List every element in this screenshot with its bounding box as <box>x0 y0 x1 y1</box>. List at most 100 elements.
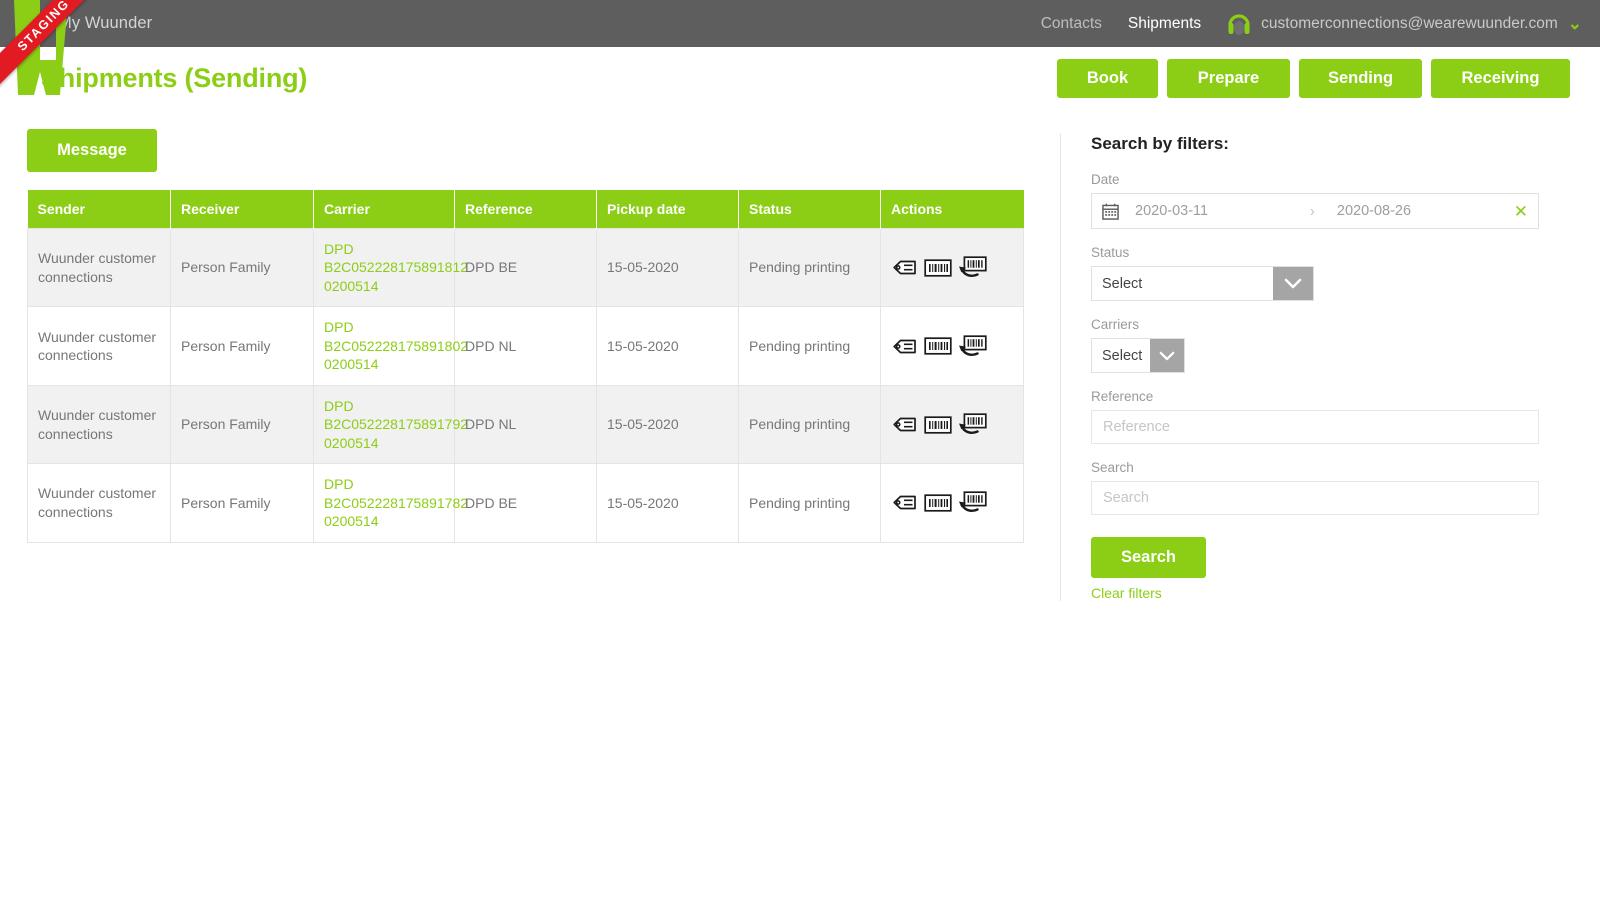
user-email-label: customerconnections@wearewuunder.com <box>1261 15 1558 33</box>
book-button[interactable]: Book <box>1057 59 1158 98</box>
status-select[interactable]: Select <box>1091 266 1314 301</box>
receiving-button[interactable]: Receiving <box>1431 59 1570 98</box>
cell-status: Pending printing <box>739 229 881 307</box>
barcode-icon[interactable] <box>924 415 952 435</box>
chevron-down-icon[interactable] <box>1273 267 1313 300</box>
search-button[interactable]: Search <box>1091 537 1206 578</box>
nav-link-contacts[interactable]: Contacts <box>1041 15 1102 33</box>
clear-filters-link[interactable]: Clear filters <box>1091 585 1560 601</box>
cell-reference: DPD BE <box>455 464 597 542</box>
cell-receiver: Person Family <box>171 307 314 385</box>
column-header-sender[interactable]: Sender <box>28 190 171 229</box>
carrier-tracking-link[interactable]: DPD B2C052228175891782 0200514 <box>324 475 444 530</box>
status-select-value: Select <box>1092 267 1273 300</box>
cell-pickup-date: 15-05-2020 <box>597 229 739 307</box>
row-action-icons <box>891 335 1013 358</box>
date-label: Date <box>1091 172 1560 187</box>
column-header-pickup-date[interactable]: Pickup date <box>597 190 739 229</box>
page-content: Message Sender Receiver Carrier Referenc… <box>0 109 1600 601</box>
cell-pickup-date: 15-05-2020 <box>597 464 739 542</box>
page-title: Shipments (Sending) <box>41 63 307 94</box>
table-body: Wuunder customer connections Person Fami… <box>28 229 1024 543</box>
table-row[interactable]: Wuunder customer connections Person Fami… <box>28 464 1024 542</box>
cell-actions <box>881 385 1024 463</box>
barcode-return-icon[interactable] <box>958 491 987 514</box>
date-range-picker[interactable]: 2020-03-11 › 2020-08-26 ✕ <box>1091 193 1539 229</box>
headset-avatar-icon <box>1227 12 1251 36</box>
carrier-tracking-link[interactable]: DPD B2C052228175891812 0200514 <box>324 240 444 295</box>
reference-filter-group: Reference <box>1091 389 1560 444</box>
row-action-icons <box>891 491 1013 514</box>
table-header-row: Sender Receiver Carrier Reference Pickup… <box>28 190 1024 229</box>
wuunder-logo-icon[interactable] <box>10 0 68 95</box>
label-icon[interactable] <box>891 492 918 513</box>
label-icon[interactable] <box>891 414 918 435</box>
date-from-input[interactable]: 2020-03-11 <box>1119 203 1304 219</box>
cell-actions <box>881 464 1024 542</box>
label-icon[interactable] <box>891 257 918 278</box>
date-range-separator-icon: › <box>1304 203 1321 220</box>
column-header-status[interactable]: Status <box>739 190 881 229</box>
table-row[interactable]: Wuunder customer connections Person Fami… <box>28 385 1024 463</box>
barcode-icon[interactable] <box>924 258 952 278</box>
brand-title: My Wuunder <box>58 14 152 33</box>
barcode-return-icon[interactable] <box>958 335 987 358</box>
barcode-return-icon[interactable] <box>958 413 987 436</box>
table-row[interactable]: Wuunder customer connections Person Fami… <box>28 229 1024 307</box>
date-to-input[interactable]: 2020-08-26 <box>1321 203 1506 219</box>
cell-reference: DPD NL <box>455 385 597 463</box>
cell-actions <box>881 307 1024 385</box>
cell-status: Pending printing <box>739 464 881 542</box>
search-label: Search <box>1091 460 1560 475</box>
status-filter-group: Status Select <box>1091 245 1560 301</box>
date-filter-group: Date 2020-03-11 › 2020-08-26 <box>1091 172 1560 229</box>
carriers-select[interactable]: Select <box>1091 338 1185 373</box>
carriers-select-value: Select <box>1092 339 1150 372</box>
cell-pickup-date: 15-05-2020 <box>597 385 739 463</box>
cell-receiver: Person Family <box>171 229 314 307</box>
calendar-icon[interactable] <box>1102 203 1119 220</box>
page-action-buttons: Book Prepare Sending Receiving <box>1057 59 1570 98</box>
cell-sender: Wuunder customer connections <box>28 464 171 542</box>
page-header: Shipments (Sending) Book Prepare Sending… <box>0 47 1600 109</box>
chevron-down-icon[interactable]: ⌄ <box>1568 15 1582 32</box>
column-header-reference[interactable]: Reference <box>455 190 597 229</box>
cell-pickup-date: 15-05-2020 <box>597 307 739 385</box>
cell-sender: Wuunder customer connections <box>28 385 171 463</box>
carrier-tracking-link[interactable]: DPD B2C052228175891792 0200514 <box>324 397 444 452</box>
top-navigation-bar: My Wuunder Contacts Shipments customerco… <box>0 0 1600 47</box>
status-label: Status <box>1091 245 1560 260</box>
cell-status: Pending printing <box>739 307 881 385</box>
chevron-down-icon[interactable] <box>1150 339 1184 372</box>
carrier-tracking-link[interactable]: DPD B2C052228175891802 0200514 <box>324 318 444 373</box>
barcode-icon[interactable] <box>924 493 952 513</box>
reference-input[interactable] <box>1091 410 1539 444</box>
cell-status: Pending printing <box>739 385 881 463</box>
barcode-return-icon[interactable] <box>958 256 987 279</box>
cell-receiver: Person Family <box>171 464 314 542</box>
column-header-receiver[interactable]: Receiver <box>171 190 314 229</box>
search-input[interactable] <box>1091 481 1539 515</box>
cell-sender: Wuunder customer connections <box>28 229 171 307</box>
label-icon[interactable] <box>891 336 918 357</box>
search-filter-group: Search <box>1091 460 1560 515</box>
shipments-panel: Message Sender Receiver Carrier Referenc… <box>0 129 1060 601</box>
prepare-button[interactable]: Prepare <box>1167 59 1290 98</box>
user-menu[interactable]: customerconnections@wearewuunder.com ⌄ <box>1227 12 1582 36</box>
reference-label: Reference <box>1091 389 1560 404</box>
cell-reference: DPD BE <box>455 229 597 307</box>
row-action-icons <box>891 413 1013 436</box>
nav-link-shipments[interactable]: Shipments <box>1128 15 1201 33</box>
top-nav-links: Contacts Shipments customerconnections@w… <box>1041 12 1600 36</box>
clear-dates-icon[interactable]: ✕ <box>1506 203 1528 220</box>
filters-title: Search by filters: <box>1091 134 1560 154</box>
column-header-actions: Actions <box>881 190 1024 229</box>
cell-receiver: Person Family <box>171 385 314 463</box>
table-row[interactable]: Wuunder customer connections Person Fami… <box>28 307 1024 385</box>
column-header-carrier[interactable]: Carrier <box>314 190 455 229</box>
filters-panel: Search by filters: Date 2020-03-11 <box>1060 134 1560 601</box>
sending-button[interactable]: Sending <box>1299 59 1422 98</box>
message-button[interactable]: Message <box>27 129 157 172</box>
shipments-table: Sender Receiver Carrier Reference Pickup… <box>27 190 1024 543</box>
barcode-icon[interactable] <box>924 336 952 356</box>
